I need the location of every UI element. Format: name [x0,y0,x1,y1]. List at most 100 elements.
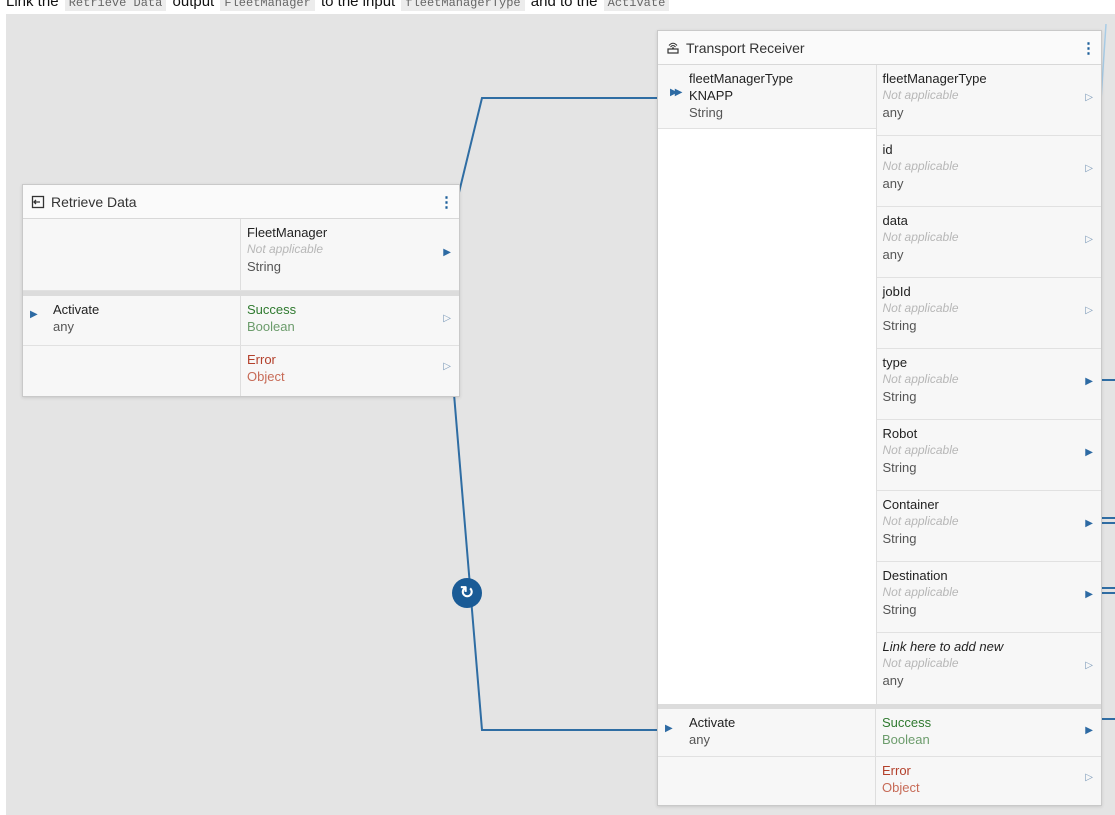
success-type: Boolean [247,319,295,334]
antenna-icon [666,41,680,55]
activate-arrow-icon[interactable]: ▶ [30,309,38,320]
transport-io-area: fleetManagerType ▶▶ KNAPP String fleetMa… [658,65,1101,704]
output-name: FleetManager [247,225,328,240]
error-type: Object [882,780,920,795]
activate-input-port[interactable]: ▶ Activate any [23,296,241,345]
success-type: Boolean [882,732,930,747]
output-arrow-icon[interactable]: ▶ [1085,518,1093,529]
activate-arrow-icon[interactable]: ▶ [665,723,673,734]
output-note: Not applicable [882,159,959,173]
output-arrow-icon[interactable]: ▶ [1085,589,1093,600]
output-type: any [882,176,904,191]
input-value: KNAPP [689,88,734,103]
node-menu-button[interactable]: ⋮ [439,193,454,211]
transport-activate-row: ▶ Activate any Success Boolean ▶ [658,704,1101,757]
transport-error-row: Error Object ▷ [658,757,1101,805]
output-type: any [882,247,904,262]
output-arrow-icon[interactable]: ▶ [1085,376,1093,387]
activate-name: Activate [689,715,736,730]
output-name: Destination [882,568,948,583]
output-name: id [882,142,893,157]
transport-outputs-column: fleetManagerType Not applicable any ▷ id… [876,65,1101,704]
output-type: any [882,105,904,120]
error-arrow-icon[interactable]: ▷ [443,361,451,372]
output-type: String [882,531,917,546]
success-name: Success [882,715,932,730]
instruction-part: and to the [526,0,602,10]
output-port-data[interactable]: data Not applicable any ▷ [876,207,1101,278]
transport-receiver-node[interactable]: Transport Receiver ⋮ fleetManagerType ▶▶… [657,30,1102,806]
fleetmanager-output-port[interactable]: FleetManager Not applicable String ▶ [241,219,459,290]
output-type: String [882,389,917,404]
output-arrow-icon[interactable]: ▷ [1085,305,1093,316]
empty-input-cell [658,757,876,805]
flow-canvas[interactable]: Retrieve Data ⋮ FleetManager Not applica… [6,14,1115,815]
success-name: Success [247,302,297,317]
output-arrow-icon[interactable]: ▷ [1085,234,1093,245]
output-note: Not applicable [247,242,324,256]
output-port-fleetmanagertype[interactable]: fleetManagerType Not applicable any ▷ [876,65,1101,136]
node-menu-button[interactable]: ⋮ [1081,39,1096,57]
error-type: Object [247,369,285,384]
output-port-jobid[interactable]: jobId Not applicable String ▷ [876,278,1101,349]
retrieve-error-row: Error Object ▷ [23,346,459,396]
output-port-add-new[interactable]: Link here to add new Not applicable any … [876,633,1101,704]
output-type: any [882,673,904,688]
instruction-text: Link the Retrieve Data output FleetManag… [6,0,671,12]
activate-type: any [53,319,74,334]
output-note: Not applicable [882,585,959,599]
input-type: String [689,105,723,120]
output-name: Link here to add new [882,639,1004,654]
input-name: fleetManagerType [689,71,794,86]
refresh-icon[interactable]: ↻ [452,578,482,608]
output-type: String [882,602,917,617]
wire-to-activate[interactable] [443,273,658,731]
activate-name: Activate [53,302,100,317]
output-name: fleetManagerType [882,71,987,86]
output-arrow-icon[interactable]: ▷ [1085,92,1093,103]
activate-type: any [689,732,710,747]
output-port-type[interactable]: type Not applicable String ▶ [876,349,1101,420]
output-note: Not applicable [882,443,959,457]
instruction-part: to the input [316,0,400,10]
transport-receiver-header[interactable]: Transport Receiver ⋮ [658,31,1101,65]
output-arrow-icon[interactable]: ▷ [1085,163,1093,174]
output-name: jobId [882,284,911,299]
output-port-id[interactable]: id Not applicable any ▷ [876,136,1101,207]
transport-inputs-column: fleetManagerType ▶▶ KNAPP String [658,65,877,704]
error-output-port[interactable]: Error Object ▷ [241,346,459,396]
success-arrow-icon[interactable]: ▷ [443,313,451,324]
fleetmanagertype-input-port[interactable]: fleetManagerType ▶▶ KNAPP String [658,65,876,129]
success-arrow-icon[interactable]: ▶ [1085,725,1093,736]
error-arrow-icon[interactable]: ▷ [1085,772,1093,783]
instruction-part: Link the [6,0,63,10]
output-port-destination[interactable]: Destination Not applicable String ▶ [876,562,1101,633]
linked-input-arrow-icon[interactable]: ▶▶ [670,87,683,98]
output-arrow-icon[interactable]: ▶ [443,247,451,258]
transport-activate-input-port[interactable]: ▶ Activate any [658,709,876,756]
retrieve-data-node[interactable]: Retrieve Data ⋮ FleetManager Not applica… [22,184,460,397]
retrieve-output-row: FleetManager Not applicable String ▶ [23,219,459,291]
retrieve-activate-row: ▶ Activate any Success Boolean ▷ [23,291,459,346]
success-output-port[interactable]: Success Boolean ▷ [241,296,459,345]
transport-receiver-title: Transport Receiver [686,39,805,56]
output-port-container[interactable]: Container Not applicable String ▶ [876,491,1101,562]
output-note: Not applicable [882,301,959,315]
instruction-code: FleetManager [220,0,315,11]
instruction-part: output [168,0,219,10]
transport-error-output-port[interactable]: Error Object ▷ [876,757,1101,805]
wire-fleetmanager-to-fleetmanagertype[interactable] [443,97,658,255]
output-name: data [882,213,908,228]
output-name: type [882,355,908,370]
retrieve-data-header[interactable]: Retrieve Data ⋮ [23,185,459,219]
output-note: Not applicable [882,372,959,386]
error-name: Error [247,352,276,367]
output-note: Not applicable [882,88,959,102]
output-type: String [247,259,281,274]
output-arrow-icon[interactable]: ▶ [1085,447,1093,458]
output-arrow-icon[interactable]: ▷ [1085,660,1093,671]
transport-success-output-port[interactable]: Success Boolean ▶ [876,709,1101,756]
output-note: Not applicable [882,656,959,670]
output-port-robot[interactable]: Robot Not applicable String ▶ [876,420,1101,491]
output-note: Not applicable [882,514,959,528]
